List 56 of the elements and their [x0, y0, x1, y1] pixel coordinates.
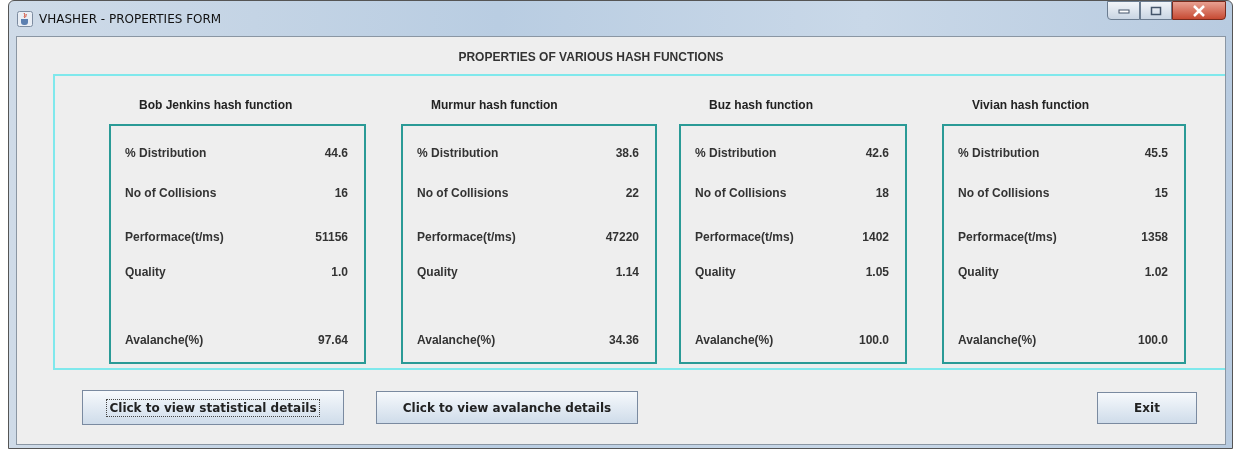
- property-value: 1.14: [615, 265, 639, 281]
- property-label: Avalanche(%): [958, 333, 1037, 349]
- window-title: VHASHER - PROPERTIES FORM: [39, 11, 222, 26]
- close-icon: [1192, 4, 1206, 17]
- property-value: 38.6: [615, 146, 639, 162]
- property-label: % Distribution: [958, 146, 1040, 162]
- exit-button[interactable]: Exit: [1097, 391, 1197, 424]
- property-value: 44.6: [324, 146, 348, 162]
- property-label: No of Collisions: [125, 186, 217, 202]
- property-label: % Distribution: [125, 146, 207, 162]
- property-value: 34.36: [608, 333, 639, 349]
- property-label: Performace(t/ms): [417, 230, 516, 246]
- function-title: Murmur hash function: [431, 98, 559, 114]
- property-value: 15: [1154, 186, 1168, 202]
- details-button[interactable]: Click to view avalanche details: [376, 391, 638, 424]
- property-value: 1402: [862, 230, 889, 246]
- property-value: 51156: [315, 230, 348, 246]
- minimize-button[interactable]: [1107, 1, 1140, 20]
- property-label: Performace(t/ms): [958, 230, 1057, 246]
- property-value: 1358: [1141, 230, 1168, 246]
- property-value: 22: [625, 186, 639, 202]
- property-label: Avalanche(%): [125, 333, 204, 349]
- property-value: 100.0: [858, 333, 889, 349]
- property-label: Performace(t/ms): [125, 230, 224, 246]
- property-value: 47220: [605, 230, 639, 246]
- property-value: 1.02: [1144, 265, 1168, 281]
- property-value: 97.64: [317, 333, 348, 349]
- close-button[interactable]: [1172, 1, 1226, 20]
- property-value: 1.0: [331, 265, 348, 281]
- property-value: 1.05: [865, 265, 889, 281]
- property-label: Quality: [125, 265, 166, 281]
- property-value: 100.0: [1137, 333, 1168, 349]
- property-value: 45.5: [1144, 146, 1168, 162]
- function-title: Buz hash function: [709, 98, 814, 114]
- property-label: No of Collisions: [417, 186, 509, 202]
- details-button[interactable]: Click to view statistical details: [82, 390, 344, 425]
- property-label: % Distribution: [695, 146, 777, 162]
- property-label: No of Collisions: [958, 186, 1050, 202]
- minimize-icon: [1117, 7, 1130, 14]
- property-label: Quality: [417, 265, 458, 281]
- property-value: 18: [875, 186, 889, 202]
- java-cup-icon: [17, 10, 33, 27]
- form-heading: PROPERTIES OF VARIOUS HASH FUNCTIONS: [458, 50, 724, 64]
- property-label: Performace(t/ms): [695, 230, 794, 246]
- property-value: 16: [334, 186, 348, 202]
- property-label: Quality: [958, 265, 999, 281]
- function-title: Vivian hash function: [972, 98, 1091, 114]
- property-label: Avalanche(%): [695, 333, 774, 349]
- property-label: % Distribution: [417, 146, 499, 162]
- property-label: Quality: [695, 265, 736, 281]
- property-label: Avalanche(%): [417, 333, 496, 349]
- property-label: No of Collisions: [695, 186, 787, 202]
- maximize-icon: [1150, 5, 1162, 16]
- function-title: Bob Jenkins hash function: [139, 98, 294, 114]
- property-value: 42.6: [865, 146, 889, 162]
- maximize-button[interactable]: [1140, 1, 1172, 20]
